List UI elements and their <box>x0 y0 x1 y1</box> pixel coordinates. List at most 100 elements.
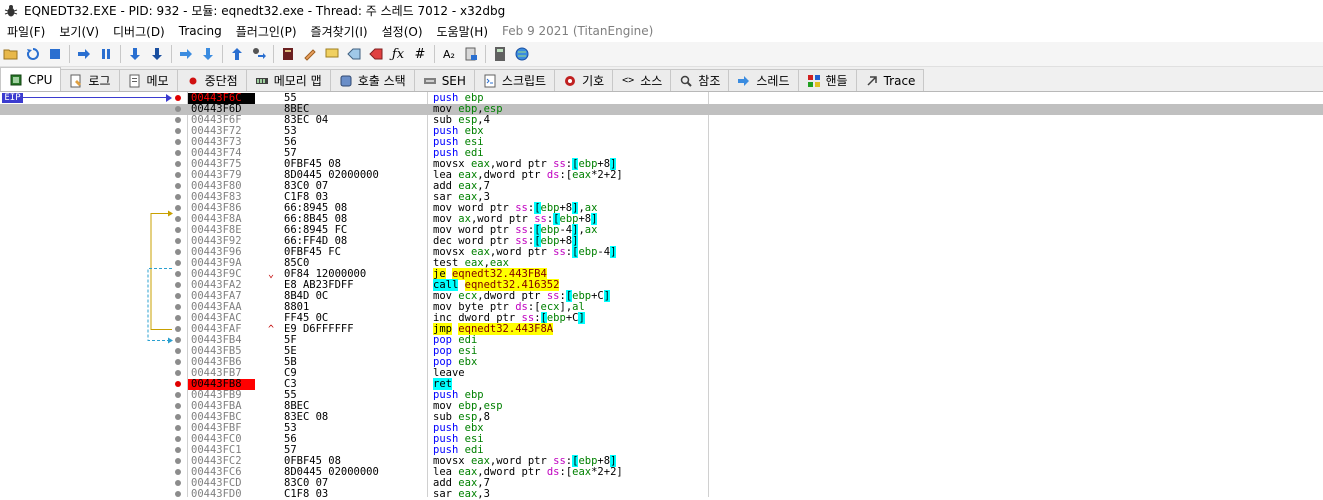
instruction-bytes: C1F8 03 <box>284 488 329 500</box>
instruction-row[interactable]: 00443FD0 C1F8 03 sar eax,3 <box>0 489 1323 500</box>
breakpoint-toggle[interactable] <box>175 117 181 123</box>
breakpoint-toggle[interactable] <box>175 491 181 497</box>
tab-symbols[interactable]: 기호 <box>554 69 614 91</box>
breakpoint-toggle[interactable] <box>175 359 181 365</box>
breakpoint-toggle[interactable] <box>175 447 181 453</box>
tab-source[interactable]: <> 소스 <box>612 69 672 91</box>
breakpoint-toggle[interactable] <box>175 238 181 244</box>
breakpoint-toggle[interactable] <box>175 414 181 420</box>
breakpoint-toggle[interactable] <box>175 95 181 101</box>
breakpoint-toggle[interactable] <box>175 458 181 464</box>
tab-label: 로그 <box>88 74 111 88</box>
tab-notes[interactable]: 메모 <box>118 69 178 91</box>
breakpoint-toggle[interactable] <box>175 172 181 178</box>
menu-options[interactable]: 설정(O) <box>375 23 430 40</box>
breakpoint-toggle[interactable] <box>175 381 181 387</box>
menu-bar: 파일(F) 보기(V) 디버그(D) Tracing 플러그인(P) 즐겨찾기(… <box>0 21 1323 41</box>
breakpoint-toggle[interactable] <box>175 106 181 112</box>
menu-view[interactable]: 보기(V) <box>52 23 106 40</box>
tab-trace[interactable]: Trace <box>855 69 925 91</box>
pause-icon[interactable] <box>95 43 117 65</box>
breakpoint-toggle[interactable] <box>175 348 181 354</box>
breakpoint-toggle[interactable] <box>175 282 181 288</box>
hash-icon[interactable]: # <box>409 43 431 65</box>
breakpoint-toggle[interactable] <box>175 436 181 442</box>
breakpoint-toggle[interactable] <box>175 161 181 167</box>
disassembly-view[interactable]: EIP 00443F6C 55 push ebp 00443F6D 8BEC mov eb… <box>0 92 1323 500</box>
breakpoint-toggle[interactable] <box>175 194 181 200</box>
menu-plugins[interactable]: 플러그인(P) <box>229 23 304 40</box>
menu-debug[interactable]: 디버그(D) <box>106 23 172 40</box>
module-icon[interactable] <box>460 43 482 65</box>
breakpoint-toggle[interactable] <box>175 249 181 255</box>
breakpoint-toggle[interactable] <box>175 139 181 145</box>
breakpoint-toggle[interactable] <box>175 216 181 222</box>
execute-till-return-icon[interactable] <box>226 43 248 65</box>
bookmark-icon[interactable] <box>365 43 387 65</box>
toolbar-separator <box>120 45 121 63</box>
function-icon[interactable]: ƒx <box>387 43 409 65</box>
breakpoint-toggle[interactable] <box>175 337 181 343</box>
tab-script[interactable]: 스크립트 <box>473 69 556 91</box>
script-icon[interactable] <box>277 43 299 65</box>
memory-map-icon <box>255 74 269 88</box>
tab-threads[interactable]: 스레드 <box>728 69 799 91</box>
breakpoint-toggle[interactable] <box>175 271 181 277</box>
stop-icon[interactable] <box>44 43 66 65</box>
tab-label: CPU <box>28 72 53 87</box>
tab-label: 메모 <box>146 74 169 88</box>
trace-into-icon[interactable] <box>175 43 197 65</box>
tab-cpu[interactable]: CPU <box>0 67 62 91</box>
tab-references[interactable]: 참조 <box>670 69 730 91</box>
tab-label: 메모리 맵 <box>273 74 322 88</box>
step-into-icon[interactable] <box>124 43 146 65</box>
threads-icon <box>737 74 751 88</box>
toolbar-separator <box>485 45 486 63</box>
tab-label: 스레드 <box>756 74 790 88</box>
breakpoint-toggle[interactable] <box>175 480 181 486</box>
restart-icon[interactable] <box>22 43 44 65</box>
menu-favourites[interactable]: 즐겨찾기(I) <box>304 23 375 40</box>
breakpoint-toggle[interactable] <box>175 392 181 398</box>
breakpoint-toggle[interactable] <box>175 425 181 431</box>
toolbar-separator <box>69 45 70 63</box>
comment-icon[interactable] <box>321 43 343 65</box>
trace-over-icon[interactable] <box>197 43 219 65</box>
tab-handles[interactable]: 핸들 <box>797 69 857 91</box>
breakpoint-toggle[interactable] <box>175 150 181 156</box>
step-over-icon[interactable] <box>146 43 168 65</box>
patch-icon[interactable] <box>299 43 321 65</box>
source-icon: <> <box>622 75 635 86</box>
breakpoint-toggle[interactable] <box>175 183 181 189</box>
breakpoint-toggle[interactable] <box>175 293 181 299</box>
tab-seh[interactable]: SEH <box>413 69 475 91</box>
breakpoint-toggle[interactable] <box>175 227 181 233</box>
run-icon[interactable] <box>73 43 95 65</box>
handles-icon <box>807 74 821 88</box>
toolbar: ƒx # A₂ <box>0 42 1323 67</box>
breakpoint-toggle[interactable] <box>175 403 181 409</box>
menu-tracing[interactable]: Tracing <box>172 24 229 38</box>
breakpoint-toggle[interactable] <box>175 315 181 321</box>
tab-label: 기호 <box>582 74 605 88</box>
globe-icon[interactable] <box>511 43 533 65</box>
menu-help[interactable]: 도움말(H) <box>430 23 496 40</box>
run-to-user-code-icon[interactable] <box>248 43 270 65</box>
breakpoint-toggle[interactable] <box>175 128 181 134</box>
open-folder-icon[interactable] <box>0 43 22 65</box>
font-icon[interactable]: A₂ <box>438 43 460 65</box>
breakpoint-toggle[interactable] <box>175 304 181 310</box>
breakpoint-toggle[interactable] <box>175 326 181 332</box>
menu-file[interactable]: 파일(F) <box>0 23 52 40</box>
breakpoint-icon <box>186 74 200 88</box>
tab-call-stack[interactable]: 호출 스택 <box>329 69 415 91</box>
label-icon[interactable] <box>343 43 365 65</box>
tab-log[interactable]: 로그 <box>60 69 120 91</box>
breakpoint-toggle[interactable] <box>175 205 181 211</box>
breakpoint-toggle[interactable] <box>175 370 181 376</box>
calculator-icon[interactable] <box>489 43 511 65</box>
tab-breakpoints[interactable]: 중단점 <box>176 69 247 91</box>
breakpoint-toggle[interactable] <box>175 260 181 266</box>
breakpoint-toggle[interactable] <box>175 469 181 475</box>
tab-memory-map[interactable]: 메모리 맵 <box>245 69 331 91</box>
